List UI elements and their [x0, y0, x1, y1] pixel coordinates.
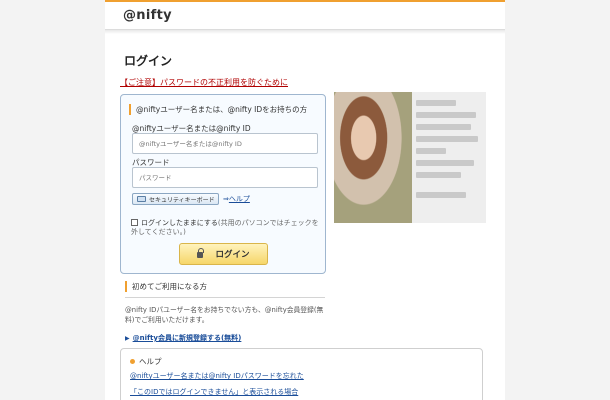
page-title: ログイン: [124, 54, 173, 68]
bullet-icon: [130, 359, 135, 364]
site-header: @nifty: [105, 0, 505, 30]
section-divider: [125, 297, 325, 298]
right-margin: [505, 0, 610, 400]
register-link[interactable]: ▶ @nifty会員に新規登録する(無料): [125, 333, 333, 343]
keep-logged-in-checkbox[interactable]: [131, 219, 138, 226]
login-box-heading: @niftyユーザー名または、@nifty IDをお持ちの方: [129, 104, 307, 115]
help-heading: ヘルプ: [130, 356, 162, 367]
security-keyboard-button[interactable]: セキュリティキーボード: [132, 193, 219, 205]
first-time-section: 初めてご利用になる方 @nifty IDパユーザー名をお持ちでない方も、@nif…: [125, 281, 333, 343]
nifty-logo[interactable]: @nifty: [123, 8, 172, 23]
help-heading-label: ヘルプ: [139, 357, 162, 366]
ad-blurred-text: [416, 100, 482, 215]
help-item-forgot[interactable]: @niftyユーザー名または@nifty IDパスワードを忘れた: [130, 371, 304, 381]
security-warning-link[interactable]: 【ご注意】パスワードの不正利用を防ぐために: [120, 77, 288, 88]
keyboard-icon: [137, 196, 146, 202]
help-item-cannot-login[interactable]: 「このIDではログインできません」と表示される場合: [130, 387, 298, 397]
lock-icon: [197, 248, 205, 258]
triangle-right-icon: ▶: [125, 335, 130, 342]
advertisement-banner[interactable]: [334, 92, 486, 223]
login-button[interactable]: ログイン: [179, 243, 268, 265]
register-link-label: @nifty会員に新規登録する(無料): [132, 334, 242, 342]
help-link-label: ヘルプ: [228, 195, 250, 203]
header-shadow: [105, 30, 505, 34]
security-keyboard-label: セキュリティキーボード: [149, 196, 215, 204]
password-input[interactable]: [132, 167, 318, 188]
login-form-box: @niftyユーザー名または、@nifty IDをお持ちの方 @niftyユーザ…: [120, 94, 326, 274]
first-time-heading: 初めてご利用になる方: [125, 281, 333, 292]
keep-logged-in-label[interactable]: ログインしたままにする: [141, 219, 218, 227]
first-time-description: @nifty IDパユーザー名をお持ちでない方も、@nifty会員登録(無料)で…: [125, 306, 324, 324]
ad-photo: [334, 92, 412, 223]
help-box: ヘルプ @niftyユーザー名または@nifty IDパスワードを忘れた 「この…: [120, 348, 483, 400]
keyboard-help-link[interactable]: ⇒ヘルプ: [223, 194, 250, 204]
keep-logged-in-row: ログインしたままにする(共用のパソコンではチェックを外してください。): [131, 219, 321, 237]
username-input[interactable]: [132, 133, 318, 154]
login-button-label: ログイン: [215, 250, 250, 260]
left-margin: [0, 0, 105, 400]
